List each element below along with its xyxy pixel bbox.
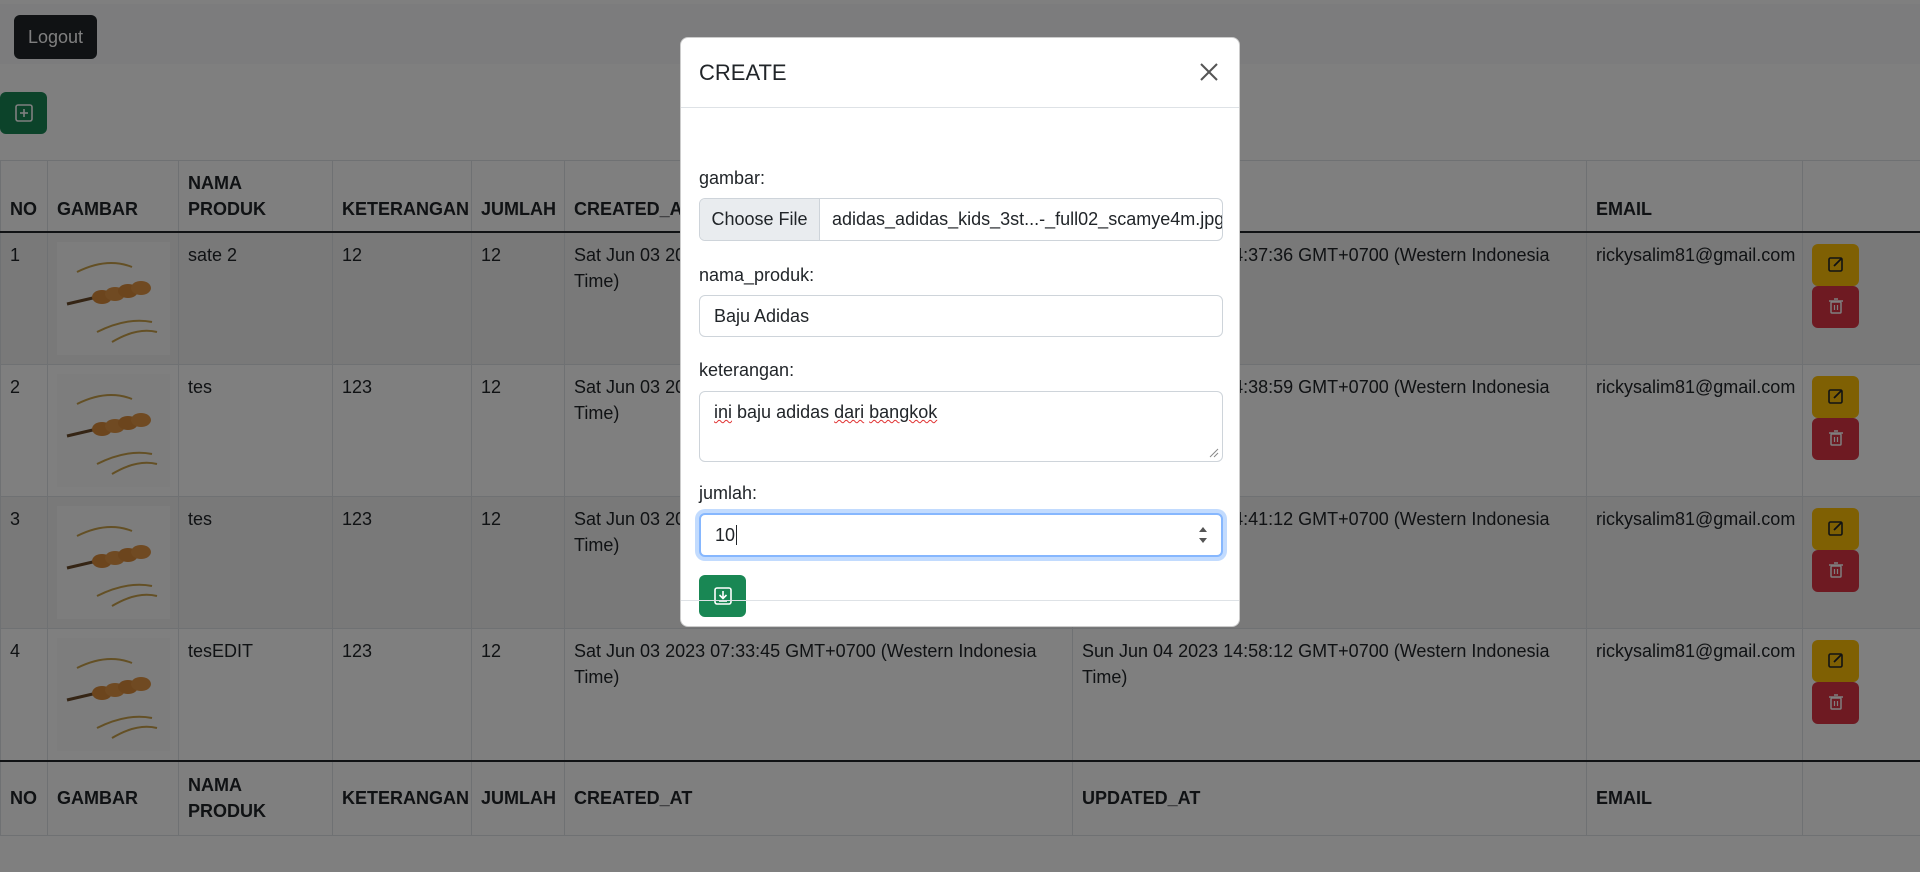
resize-grip-icon[interactable] <box>1209 448 1219 458</box>
create-modal: CREATE gambar: Choose File adidas_adidas… <box>680 37 1240 627</box>
nama-produk-label: nama_produk: <box>699 265 815 285</box>
misspelled-word: bangkok <box>869 402 938 422</box>
text-caret <box>736 525 738 545</box>
misspelled-word: ini <box>714 402 733 422</box>
modal-footer <box>681 600 1239 601</box>
save-button[interactable] <box>699 575 746 617</box>
modal-title: CREATE <box>699 60 787 85</box>
selected-file-name: adidas_adidas_kids_3st...-_full02_scamye… <box>832 209 1222 229</box>
page: Logout NO GAMBAR NAMA PRODUK KETERANGAN … <box>0 0 1920 872</box>
gambar-label: gambar: <box>699 168 766 188</box>
jumlah-number-input[interactable]: 10 <box>699 513 1223 557</box>
number-spinner-icon[interactable] <box>1197 523 1209 547</box>
modal-header: CREATE <box>681 38 1239 108</box>
close-button[interactable] <box>1195 58 1223 86</box>
keterangan-label: keterangan: <box>699 360 795 380</box>
nama-produk-input[interactable] <box>699 295 1223 337</box>
download-save-icon <box>713 587 732 605</box>
gambar-file-input[interactable]: Choose File adidas_adidas_kids_3st...-_f… <box>699 198 1223 241</box>
choose-file-button[interactable]: Choose File <box>700 199 820 240</box>
misspelled-word: dari <box>834 402 865 422</box>
jumlah-value: 10 <box>715 524 736 545</box>
close-icon <box>1200 63 1218 81</box>
keterangan-textarea[interactable]: ini baju adidas dari bangkok <box>699 391 1223 462</box>
textarea-text: baju adidas <box>737 402 830 422</box>
jumlah-label: jumlah: <box>699 483 758 503</box>
